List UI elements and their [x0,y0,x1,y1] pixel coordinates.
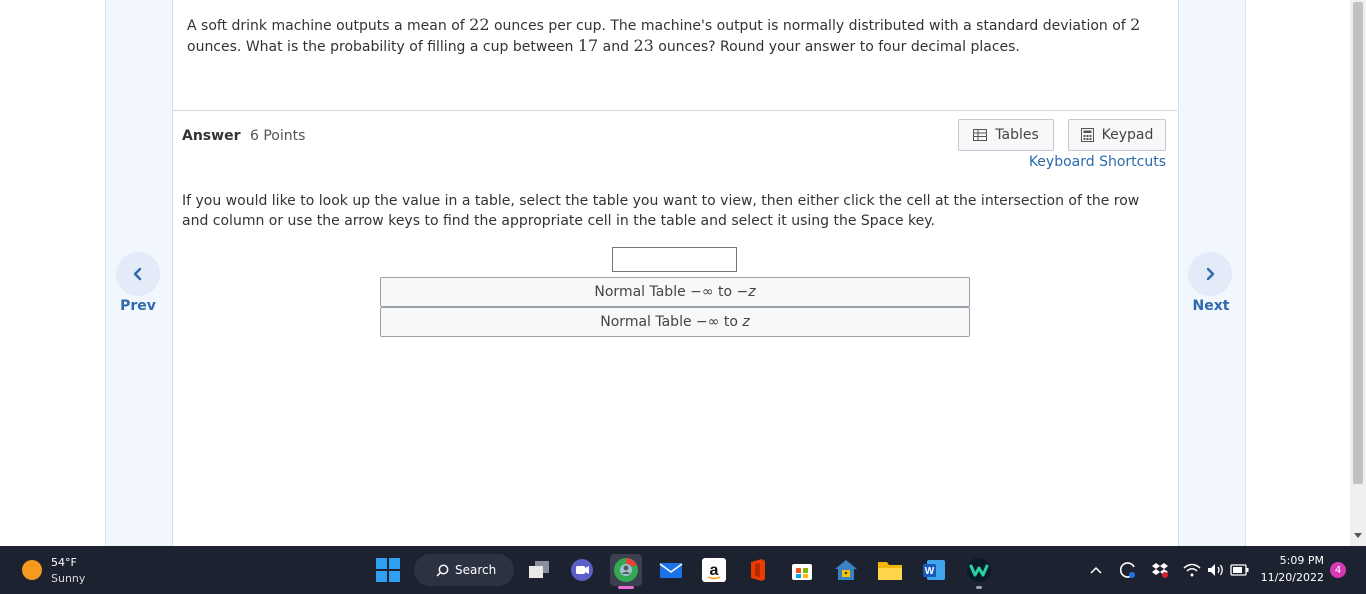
chrome-profile-icon[interactable] [610,554,642,586]
question-text-part: and [598,39,634,55]
table-icon [973,129,988,141]
question-text-part: ounces per cup. The machine's output is … [489,18,1131,34]
search-icon [436,564,449,577]
search-label: Search [455,563,497,577]
sync-icon[interactable] [1118,560,1138,580]
table-option-label: Normal Table −∞ to [600,314,738,330]
battery-icon[interactable] [1230,560,1250,580]
question-text-part: A soft drink machine outputs a mean of [187,18,470,34]
file-explorer-icon[interactable] [874,554,906,586]
question-panel: A soft drink machine outputs a mean of 2… [173,0,1177,546]
sun-icon[interactable] [22,560,42,580]
open-app-indicator [976,586,982,589]
notification-badge[interactable]: 4 [1330,562,1346,578]
word-icon-glyph: W [925,566,935,577]
table-instructions: If you would like to look up the value i… [182,193,1140,229]
word-icon[interactable]: W [918,554,950,586]
volume-icon[interactable] [1206,560,1226,580]
keypad-button[interactable]: Keypad [1068,119,1166,151]
clock-time[interactable]: 5:09 PM [1270,554,1324,567]
task-view-icon[interactable] [523,554,555,586]
keypad-button-label: Keypad [1101,127,1154,143]
normal-table-negative-z-button[interactable]: Normal Table −∞ to −z [380,277,970,307]
amazon-icon[interactable]: a [698,554,730,586]
tables-button-label: Tables [995,127,1039,143]
scrollbar-thumb[interactable] [1353,2,1363,484]
table-option-label: Normal Table −∞ to [594,284,733,300]
webex-icon[interactable] [963,554,995,586]
answer-input[interactable] [612,247,737,272]
wifi-icon[interactable] [1182,560,1202,580]
clock-date[interactable]: 11/20/2022 [1258,571,1324,584]
question-number: 22 [469,15,490,34]
office-icon[interactable] [742,554,774,586]
weather-temperature[interactable]: 54°F [51,556,77,569]
normal-table-z-button[interactable]: Normal Table −∞ to z [380,307,970,337]
windows-start-icon[interactable] [372,554,404,586]
question-number: 17 [577,36,599,55]
next-label[interactable]: Next [1181,298,1241,314]
prev-label[interactable]: Prev [108,298,168,314]
chevron-right-icon [1206,267,1215,281]
weather-condition[interactable]: Sunny [51,572,85,585]
chevron-left-icon [133,267,142,281]
scroll-down-arrow-icon[interactable] [1353,530,1363,540]
table-option-variable: −z [736,284,756,300]
taskbar: 54°F Sunny Search a W 5:09 PM 11/20/2022… [0,546,1366,594]
next-button[interactable] [1188,252,1232,296]
points-label: 6 Points [250,128,306,144]
answer-label: Answer [182,128,241,144]
store-icon[interactable] [786,554,818,586]
tables-button[interactable]: Tables [958,119,1054,151]
prev-button[interactable] [116,252,160,296]
question-text: A soft drink machine outputs a mean of 2… [187,15,1157,57]
amazon-icon-glyph: a [710,562,719,579]
calculator-icon [1080,128,1094,142]
chevron-up-icon[interactable] [1086,560,1106,580]
question-text-part: ounces? Round your answer to four decima… [653,39,1020,55]
dropbox-icon[interactable] [1150,560,1170,580]
mail-icon[interactable] [655,554,687,586]
active-app-indicator [618,586,634,589]
taskbar-search-button[interactable]: Search [414,554,514,586]
video-chat-icon[interactable] [566,554,598,586]
security-app-icon[interactable] [830,554,862,586]
table-option-variable: z [742,314,750,330]
keyboard-shortcuts-link[interactable]: Keyboard Shortcuts [1029,154,1166,170]
question-number: 2 [1130,15,1141,34]
section-divider [173,110,1177,111]
question-text-part: ounces. What is the probability of filli… [187,39,578,55]
vertical-scrollbar[interactable] [1350,0,1366,546]
question-number: 23 [633,36,654,55]
